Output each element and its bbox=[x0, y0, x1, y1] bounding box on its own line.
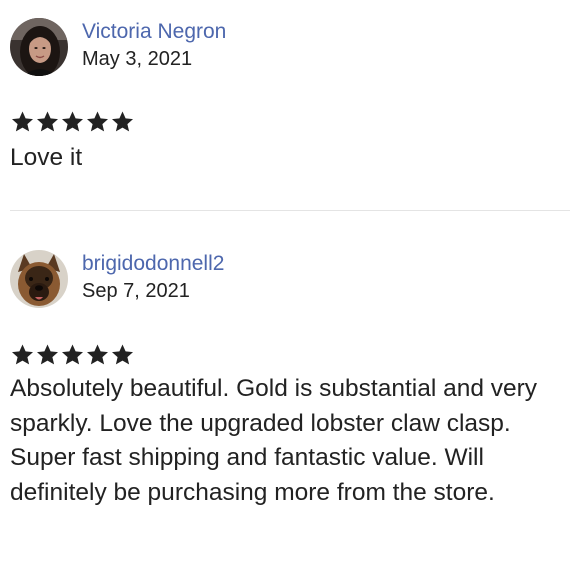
star-rating bbox=[10, 343, 135, 367]
star-icon bbox=[112, 344, 133, 365]
review-date: May 3, 2021 bbox=[82, 48, 193, 70]
star-icon bbox=[112, 111, 133, 132]
star-icon bbox=[12, 344, 33, 365]
review-author-row: brigidodonnell2 Sep 7, 2021 bbox=[10, 250, 570, 310]
user-photo-dog-icon bbox=[10, 250, 68, 308]
avatar[interactable] bbox=[10, 250, 68, 308]
star-icon bbox=[62, 111, 83, 132]
user-photo-woman-icon bbox=[10, 18, 68, 76]
star-icon bbox=[37, 344, 58, 365]
star-icon bbox=[62, 344, 83, 365]
star-icon bbox=[37, 111, 58, 132]
review-author-link[interactable]: brigidodonnell2 bbox=[82, 252, 224, 276]
review-divider bbox=[10, 210, 570, 211]
star-icon bbox=[87, 111, 108, 132]
review-text: Love it bbox=[10, 144, 83, 171]
review-author-link[interactable]: Victoria Negron bbox=[82, 20, 226, 44]
review-date: Sep 7, 2021 bbox=[82, 280, 190, 302]
star-icon bbox=[87, 344, 108, 365]
review-text: Absolutely beautiful. Gold is substantia… bbox=[10, 375, 538, 506]
star-rating bbox=[10, 110, 135, 134]
avatar[interactable] bbox=[10, 18, 68, 76]
review-author-row: Victoria Negron May 3, 2021 bbox=[10, 18, 570, 78]
star-icon bbox=[12, 111, 33, 132]
